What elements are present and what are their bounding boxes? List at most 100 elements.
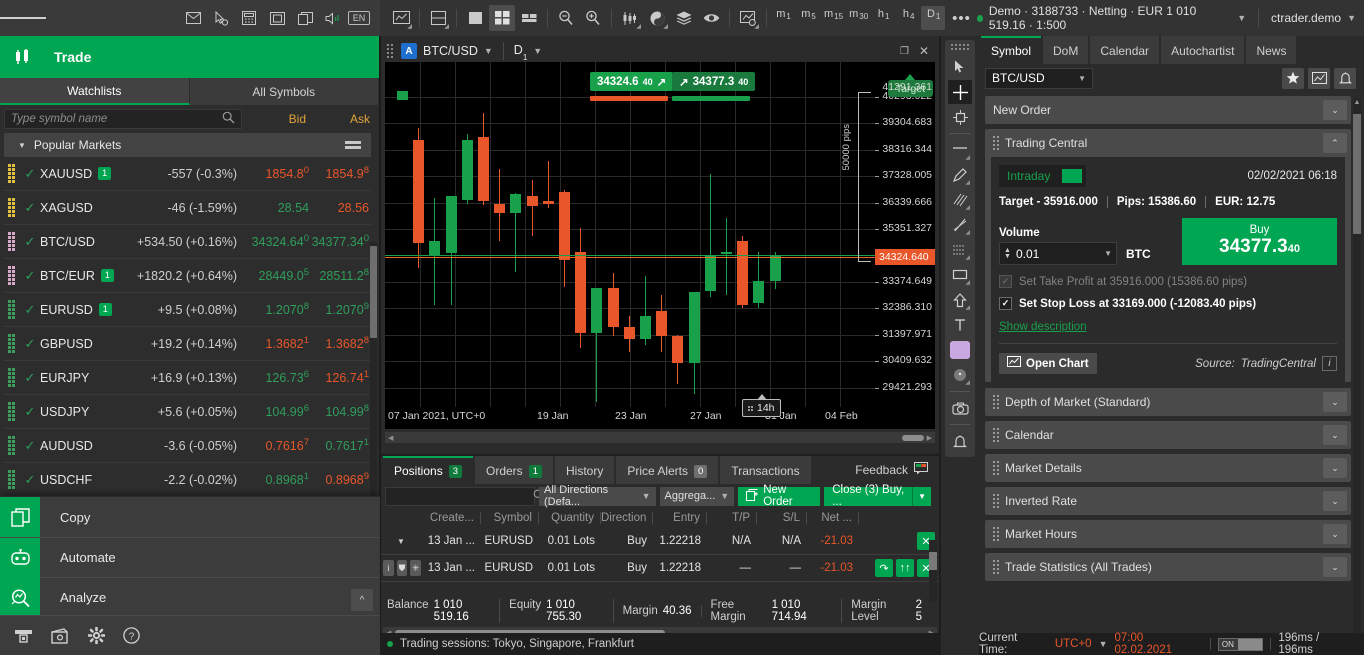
section-market-details[interactable]: Market Details⌄ [985, 454, 1351, 482]
timeframe-m5[interactable]: m5 [796, 6, 820, 30]
chevron-down-icon[interactable]: ▼ [1347, 13, 1356, 23]
section-calendar[interactable]: Calendar⌄ [985, 421, 1351, 449]
stop-loss-row[interactable]: ✓ Set Stop Loss at 33169.000 (-12083.40 … [999, 297, 1337, 310]
drag-handle[interactable] [951, 44, 969, 50]
connection-toggle[interactable]: ON [1218, 638, 1263, 651]
drag-handle[interactable] [993, 494, 999, 508]
chevron-down-icon[interactable]: ⌄ [1323, 392, 1347, 412]
symbol-visible-check-icon[interactable]: ✓ [20, 472, 40, 488]
drag-handle[interactable] [8, 164, 20, 183]
deposit-icon[interactable] [14, 628, 33, 644]
tab-calendar[interactable]: Calendar [1090, 36, 1159, 64]
time-axis[interactable]: 07 Jan 2021, UTC+019 Jan23 Jan27 Jan31 J… [385, 407, 935, 429]
symbol-bid[interactable]: 1.36821 [247, 335, 309, 351]
section-inverted-rate[interactable]: Inverted Rate⌄ [985, 487, 1351, 515]
symbol-bid[interactable]: 28.54 [247, 199, 309, 215]
reverse-position-button[interactable]: ↷ [875, 559, 893, 577]
drag-handle[interactable] [8, 334, 20, 353]
section-trade-statistics-all-trades[interactable]: Trade Statistics (All Trades)⌄ [985, 553, 1351, 581]
symbol-ask[interactable]: 126.741 [309, 369, 371, 385]
symbol-group-header[interactable]: ▼ Popular Markets [4, 133, 371, 157]
section-depth-of-market-standard[interactable]: Depth of Market (Standard)⌄ [985, 388, 1351, 416]
ask-price-tag[interactable]: ↗34377.340 [672, 72, 755, 91]
chevron-down-icon[interactable]: ⌄ [1323, 491, 1347, 511]
tab-dom[interactable]: DoM [1043, 36, 1088, 64]
favorite-star-icon[interactable] [1282, 68, 1304, 89]
symbol-visible-check-icon[interactable]: ✓ [20, 268, 40, 284]
sound-icon[interactable] [320, 5, 346, 31]
column-header[interactable]: Create... [421, 512, 481, 524]
collapse-panel-button[interactable]: ^ [351, 589, 373, 611]
timezone-selector[interactable]: UTC+0 [1055, 638, 1092, 650]
shape-icon[interactable]: ◢ [948, 363, 972, 387]
section-header[interactable]: Trading Central ⌃ [985, 129, 1351, 157]
checkbox-unchecked-icon[interactable]: ✓ [999, 275, 1012, 288]
two-pane-layout-icon[interactable] [516, 5, 542, 31]
symbol-ask[interactable]: 1.36828 [309, 335, 371, 351]
table-row[interactable]: ▼13 Jan ...EURUSD0.01 LotsBuy1.22218N/AN… [381, 528, 939, 555]
symbol-bid[interactable]: 0.76167 [247, 437, 309, 453]
fibonacci-expansion-icon[interactable]: ◢ [948, 188, 972, 212]
symbol-ask[interactable]: 104.998 [309, 403, 371, 419]
more-timeframes-icon[interactable]: ••• [946, 10, 977, 27]
chart-letter-badge[interactable]: A [401, 43, 417, 59]
context-menu-item-copy[interactable]: Copy [0, 497, 380, 537]
symbol-ask[interactable]: 1.20709 [309, 301, 371, 317]
scrollbar-thumb[interactable] [929, 552, 937, 570]
column-header[interactable]: T/P [707, 512, 757, 524]
timeframe-h1[interactable]: h1 [871, 6, 895, 30]
tab-symbol[interactable]: Symbol [981, 36, 1041, 64]
section-header[interactable]: Depth of Market (Standard)⌄ [985, 388, 1351, 416]
chart-settings-icon[interactable]: ◢ [735, 5, 761, 31]
pencil-icon[interactable]: ◢ [948, 163, 972, 187]
section-header[interactable]: Market Hours⌄ [985, 520, 1351, 548]
alert-bell-icon[interactable] [1334, 68, 1356, 89]
symbol-ask[interactable]: 0.76171 [309, 437, 371, 453]
timeframe-m15[interactable]: m15 [821, 6, 845, 30]
drag-handle[interactable] [748, 406, 753, 411]
column-header[interactable]: Entry [653, 512, 707, 524]
expand-row-icon[interactable]: ▼ [381, 537, 421, 546]
mail-icon[interactable] [180, 5, 206, 31]
symbol-bid[interactable]: 104.996 [247, 403, 309, 419]
scrollbar-thumb[interactable] [370, 246, 377, 338]
single-layout-icon[interactable] [462, 5, 488, 31]
info-icon[interactable]: i [1322, 356, 1337, 371]
symbol-visible-check-icon[interactable]: ✓ [20, 404, 40, 420]
chevron-down-icon[interactable]: ⌄ [1323, 100, 1347, 120]
close-all-button[interactable]: Close (3) Buy, ... ▼ [824, 487, 931, 506]
tab-price-alerts[interactable]: Price Alerts0 [616, 456, 718, 484]
symbol-row[interactable]: ✓GBPUSD+19.2 (+0.14%)1.368211.36828 [4, 327, 371, 361]
settings-icon[interactable] [88, 627, 105, 644]
drag-handle[interactable] [8, 436, 20, 455]
tab-all-symbols[interactable]: All Symbols [190, 78, 380, 105]
symbol-row[interactable]: ✓EURJPY+16.9 (+0.13%)126.736126.741 [4, 361, 371, 395]
search-icon[interactable] [222, 111, 235, 127]
crop-icon[interactable] [948, 105, 972, 129]
symbol-bid[interactable]: 34324.640 [247, 233, 309, 249]
ask-column-header[interactable]: Ask [310, 112, 370, 126]
scrollbar-thumb[interactable] [1353, 114, 1361, 234]
drag-handle[interactable] [8, 232, 20, 251]
chevron-down-icon[interactable]: ⌄ [1323, 425, 1347, 445]
account-selector[interactable]: Demo · 3188733 · Netting · EUR 1 010 519… [977, 4, 1364, 32]
chart-timeframe-selector[interactable]: D1 ▼ [514, 43, 542, 60]
context-menu-item-automate[interactable]: Automate [0, 537, 380, 577]
symbol-ask[interactable]: 0.89689 [309, 471, 371, 487]
stepper-arrows-icon[interactable]: ▲▼ [1004, 248, 1011, 260]
chevron-down-icon[interactable]: ▼ [533, 46, 542, 56]
volume-stepper[interactable]: ▲▼ 0.01 ▼ [999, 242, 1117, 265]
feedback-icon[interactable] [914, 462, 929, 478]
symbol-visible-check-icon[interactable]: ✓ [20, 234, 40, 250]
layers-icon[interactable] [671, 5, 697, 31]
toggle-knob[interactable] [1238, 639, 1262, 650]
new-order-button[interactable]: New Order [738, 487, 820, 506]
settings-icon[interactable]: ✳ [410, 560, 421, 576]
buy-button[interactable]: Buy 34377.340 [1182, 218, 1337, 265]
cell-take-profit[interactable]: — [707, 562, 757, 574]
symbol-row[interactable]: ✓USDCHF-2.2 (-0.02%)0.896810.89689 [4, 463, 371, 495]
rectangle-icon[interactable]: ◢ [948, 263, 972, 287]
symbol-visible-check-icon[interactable]: ✓ [20, 200, 40, 216]
drag-handle[interactable] [387, 44, 393, 58]
chevron-down-icon[interactable]: ▼ [912, 487, 931, 506]
